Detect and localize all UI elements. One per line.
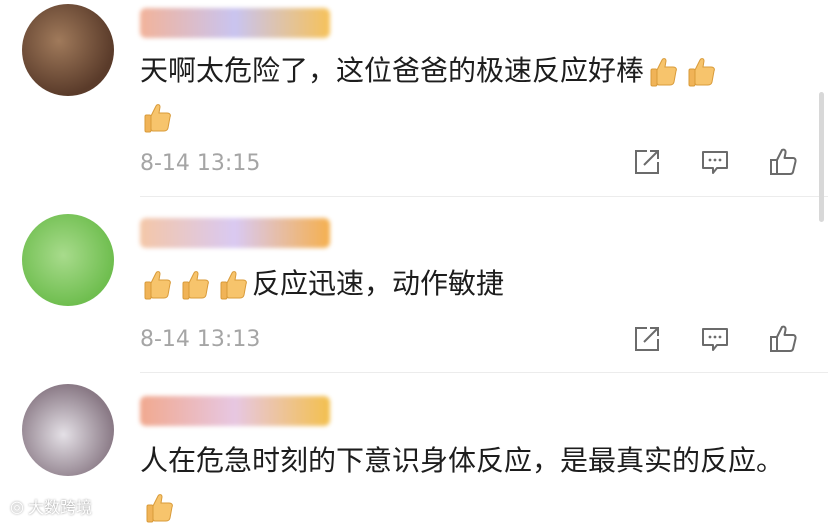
- avatar[interactable]: [22, 214, 114, 306]
- scrollbar[interactable]: [819, 92, 824, 222]
- watermark-text: 大数跨境: [27, 498, 92, 517]
- like-icon: [768, 324, 798, 354]
- thumbs-up-icon: [648, 56, 678, 88]
- thumbs-up-icon: [686, 56, 716, 88]
- divider: [140, 372, 828, 373]
- username-blurred[interactable]: [140, 8, 330, 38]
- avatar[interactable]: [22, 4, 114, 96]
- thumbs-up-icon: [142, 102, 172, 134]
- comment-icon: [700, 324, 730, 354]
- avatar[interactable]: [22, 384, 114, 476]
- username-blurred[interactable]: [140, 396, 330, 426]
- comment-icon: [700, 147, 730, 177]
- like-icon: [768, 147, 798, 177]
- comment-body: 人在危急时刻的下意识身体反应，是最真实的反应。: [140, 444, 785, 477]
- comment-body: 反应迅速，动作敏捷: [252, 267, 505, 300]
- comment-text: 人在危急时刻的下意识身体反应，是最真实的反应。: [140, 438, 790, 530]
- comment-time: 8-14 13:13: [140, 327, 261, 352]
- comment-actions: [630, 323, 800, 355]
- comment-actions: [630, 146, 800, 178]
- reply-button[interactable]: [698, 323, 732, 355]
- like-button[interactable]: [766, 146, 800, 178]
- thumbs-up-icon: [180, 269, 210, 301]
- share-button[interactable]: [630, 146, 664, 178]
- reply-button[interactable]: [698, 146, 732, 178]
- share-button[interactable]: [630, 323, 664, 355]
- like-button[interactable]: [766, 323, 800, 355]
- watermark-logo-icon: ◎: [10, 496, 24, 516]
- comment-text: 天啊太危险了，这位爸爸的极速反应好棒: [140, 48, 800, 140]
- divider: [140, 196, 828, 197]
- thumbs-up-icon: [142, 269, 172, 301]
- share-icon: [632, 147, 662, 177]
- comment-text: 反应迅速，动作敏捷: [140, 261, 800, 307]
- username-blurred[interactable]: [140, 218, 330, 248]
- share-icon: [632, 324, 662, 354]
- thumbs-up-icon: [144, 492, 174, 524]
- comment-time: 8-14 13:15: [140, 151, 261, 176]
- watermark: ◎ 大数跨境: [10, 494, 92, 518]
- thumbs-up-icon: [218, 269, 248, 301]
- comment-body: 天啊太危险了，这位爸爸的极速反应好棒: [140, 54, 645, 87]
